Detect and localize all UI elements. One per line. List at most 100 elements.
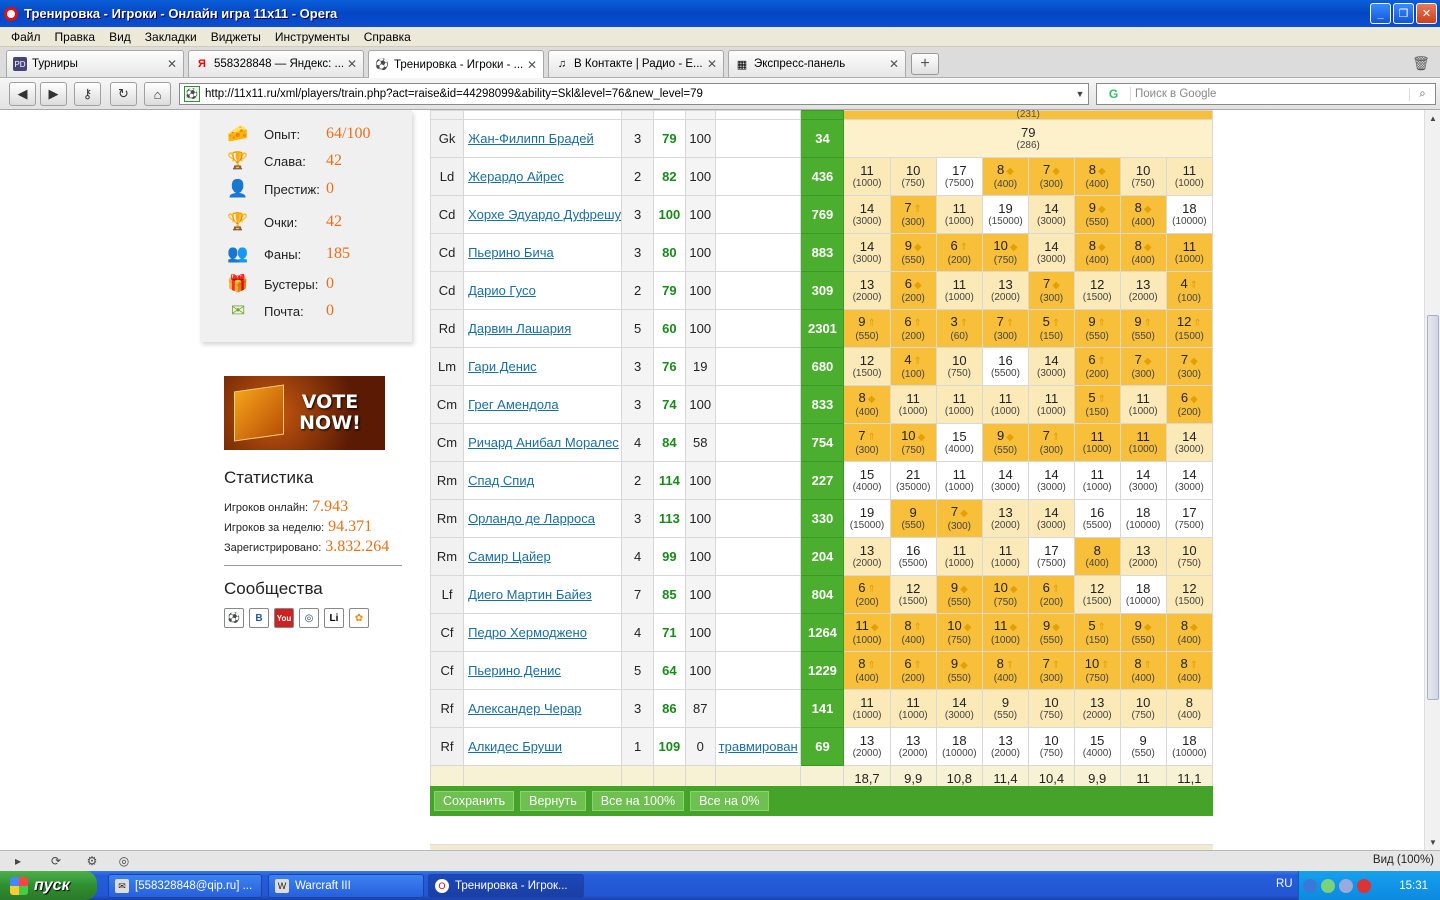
community-youtube-icon[interactable]: You	[274, 608, 294, 628]
ability-cell[interactable]: 10 (750)	[1028, 727, 1075, 766]
ability-cell[interactable]: 8 ⇑ (400)	[1165, 651, 1214, 690]
wand-key-button[interactable]: ⚷	[74, 82, 101, 106]
ability-cell[interactable]: 18 (10000)	[935, 727, 983, 766]
ability-cell[interactable]: 19 (15000)	[843, 499, 891, 538]
player-link[interactable]: Дарио Гусо	[468, 283, 536, 298]
scroll-up-icon[interactable]: ▲	[1425, 110, 1440, 126]
menu-help[interactable]: Справка	[357, 30, 418, 44]
ability-cell[interactable]: 11 (1000)	[889, 689, 937, 728]
ability-cell[interactable]: 13 (2000)	[981, 271, 1030, 310]
ability-cell[interactable]: 14 (3000)	[1119, 461, 1167, 500]
ability-cell[interactable]: 9 ⇑ (550)	[843, 309, 891, 348]
ability-cell[interactable]: 13 (2000)	[843, 271, 891, 310]
ability-cell[interactable]: 11 (1000)	[935, 271, 983, 310]
status-link[interactable]: травмирован	[719, 739, 798, 754]
ability-cell[interactable]: 14 (3000)	[1028, 461, 1075, 500]
ability-cell[interactable]: 8 ⇑ (400)	[981, 651, 1030, 690]
taskbar-item-warcraft[interactable]: W Warcraft III	[268, 874, 424, 898]
tab-yandex[interactable]: Я 558328848 — Яндекс: ... ✕	[188, 50, 364, 77]
reload-button[interactable]: ↻	[110, 82, 137, 106]
player-link[interactable]: Педро Хермодженo	[468, 625, 587, 640]
tray-qip-icon[interactable]	[1321, 878, 1335, 893]
chevron-down-icon[interactable]: ▼	[1072, 89, 1088, 99]
ability-cell[interactable]: 13 (2000)	[981, 499, 1030, 538]
player-link[interactable]: Грег Амендола	[468, 397, 559, 412]
player-link[interactable]: Александер Черар	[468, 701, 581, 716]
search-input[interactable]: Поиск в Google	[1131, 88, 1409, 100]
ability-cell[interactable]: 11 (1000)	[935, 461, 983, 500]
ability-cell[interactable]: 11 (1000)	[1073, 461, 1121, 500]
ability-cell[interactable]: 11 (1000)	[935, 537, 983, 576]
ability-cell[interactable]: 14 (3000)	[843, 195, 891, 234]
ability-cell[interactable]: 10 ◆ (750)	[889, 423, 937, 462]
ability-cell[interactable]: 15 (4000)	[843, 461, 891, 500]
ability-cell[interactable]: 8 ◆ (400)	[1073, 233, 1121, 272]
community-livejournal-icon[interactable]: ◎	[299, 608, 319, 628]
tab-vkontakte[interactable]: ♫ В Контакте | Радио - Е... ✕	[548, 50, 724, 77]
revert-button[interactable]: Вернуть	[520, 791, 586, 811]
ability-cell[interactable]: 5 ⇑ (150)	[1073, 385, 1121, 424]
language-indicator[interactable]: RU	[1276, 878, 1293, 890]
goalkeeper-skill-cell[interactable]: 79 (286)	[843, 119, 1213, 158]
close-button[interactable]: ✕	[1416, 3, 1437, 24]
maximize-button[interactable]: ❐	[1393, 3, 1414, 24]
ability-cell[interactable]: 12 ⇑ (1500)	[1165, 309, 1214, 348]
ability-cell[interactable]: 10 (750)	[1119, 157, 1167, 196]
tab-close-icon[interactable]: ✕	[707, 57, 717, 71]
ability-cell[interactable]: 12 (1500)	[1165, 575, 1214, 614]
back-button[interactable]: ◀	[9, 82, 36, 106]
ability-cell[interactable]: 7 ◆ (300)	[1028, 271, 1075, 310]
ability-cell[interactable]: 18 (10000)	[1165, 727, 1214, 766]
player-link[interactable]: Спад Спид	[468, 473, 534, 488]
community-football-icon[interactable]: ⚽	[224, 608, 244, 628]
ability-cell[interactable]: 7 ⇑ (300)	[1028, 651, 1075, 690]
ability-cell[interactable]: 17 (7500)	[1165, 499, 1214, 538]
ability-cell[interactable]: 14 (3000)	[843, 233, 891, 272]
ability-cell[interactable]: 7 ◆ (300)	[1028, 157, 1075, 196]
ability-cell[interactable]: 9 (550)	[1119, 727, 1167, 766]
ability-cell[interactable]: 8 ⇑ (400)	[889, 613, 937, 652]
search-field[interactable]: G Поиск в Google ⌕	[1096, 83, 1436, 105]
ability-cell[interactable]: 7 ◆ (300)	[1165, 347, 1214, 386]
ability-cell[interactable]: 10 (750)	[1165, 537, 1214, 576]
tab-close-icon[interactable]: ✕	[889, 57, 899, 71]
community-liveinternet-icon[interactable]: Li	[324, 608, 344, 628]
ability-cell[interactable]: 6 ⇑ (200)	[889, 651, 937, 690]
turbo-icon[interactable]: ◎	[114, 854, 134, 868]
ability-cell[interactable]: 10 (750)	[935, 347, 983, 386]
ability-cell[interactable]: 9 ◆ (550)	[935, 651, 983, 690]
ability-cell[interactable]: 17 (7500)	[1028, 537, 1075, 576]
ability-cell[interactable]: 11 ◆ (1000)	[981, 613, 1030, 652]
ability-cell[interactable]: 16 (5500)	[1073, 499, 1121, 538]
ability-cell[interactable]: 13 (2000)	[981, 727, 1030, 766]
ability-cell[interactable]: 3 ⇑ (60)	[935, 309, 983, 348]
ability-cell[interactable]: 17 (7500)	[935, 157, 983, 196]
ability-cell[interactable]: 12 (1500)	[1073, 271, 1121, 310]
ability-cell[interactable]: 15 (4000)	[1073, 727, 1121, 766]
start-button[interactable]: пуск	[0, 871, 97, 900]
menu-tools[interactable]: Инструменты	[268, 30, 357, 44]
ability-cell[interactable]: 12 (1500)	[889, 575, 937, 614]
ability-cell[interactable]: 4 ⇑ (100)	[1165, 271, 1214, 310]
ability-cell[interactable]: 8 ◆ (400)	[981, 157, 1030, 196]
player-link[interactable]: Алкидес Бруши	[468, 739, 562, 754]
trash-icon[interactable]: 🗑	[1410, 52, 1432, 74]
ability-cell[interactable]: 6 ⇑ (200)	[843, 575, 891, 614]
ability-cell[interactable]: 6 ⇑ (200)	[1073, 347, 1121, 386]
menu-view[interactable]: Вид	[102, 30, 138, 44]
ability-cell[interactable]: 13 (2000)	[1073, 689, 1121, 728]
player-link[interactable]: Пьерино Денис	[468, 663, 561, 678]
ability-cell[interactable]: 13 (2000)	[889, 727, 937, 766]
ability-cell[interactable]: 14 (3000)	[1028, 195, 1075, 234]
ability-cell[interactable]: 6 ⇑ (200)	[1028, 575, 1075, 614]
player-link[interactable]: Ричард Анибал Моралес	[468, 435, 619, 450]
ability-cell[interactable]: 11 (1000)	[935, 385, 983, 424]
ability-cell[interactable]: 7 ⇑ (300)	[981, 309, 1030, 348]
ability-cell[interactable]: 10 (750)	[1028, 689, 1075, 728]
ability-cell[interactable]: 8 ◆ (400)	[1165, 613, 1214, 652]
player-link[interactable]: Диего Мартин Байез	[468, 587, 592, 602]
ability-cell[interactable]: 11 (1000)	[1165, 233, 1214, 272]
community-moimir-icon[interactable]: ✿	[349, 608, 369, 628]
vote-now-banner[interactable]: VOTE NOW!	[224, 376, 385, 450]
ability-cell[interactable]: 16 (5500)	[981, 347, 1030, 386]
